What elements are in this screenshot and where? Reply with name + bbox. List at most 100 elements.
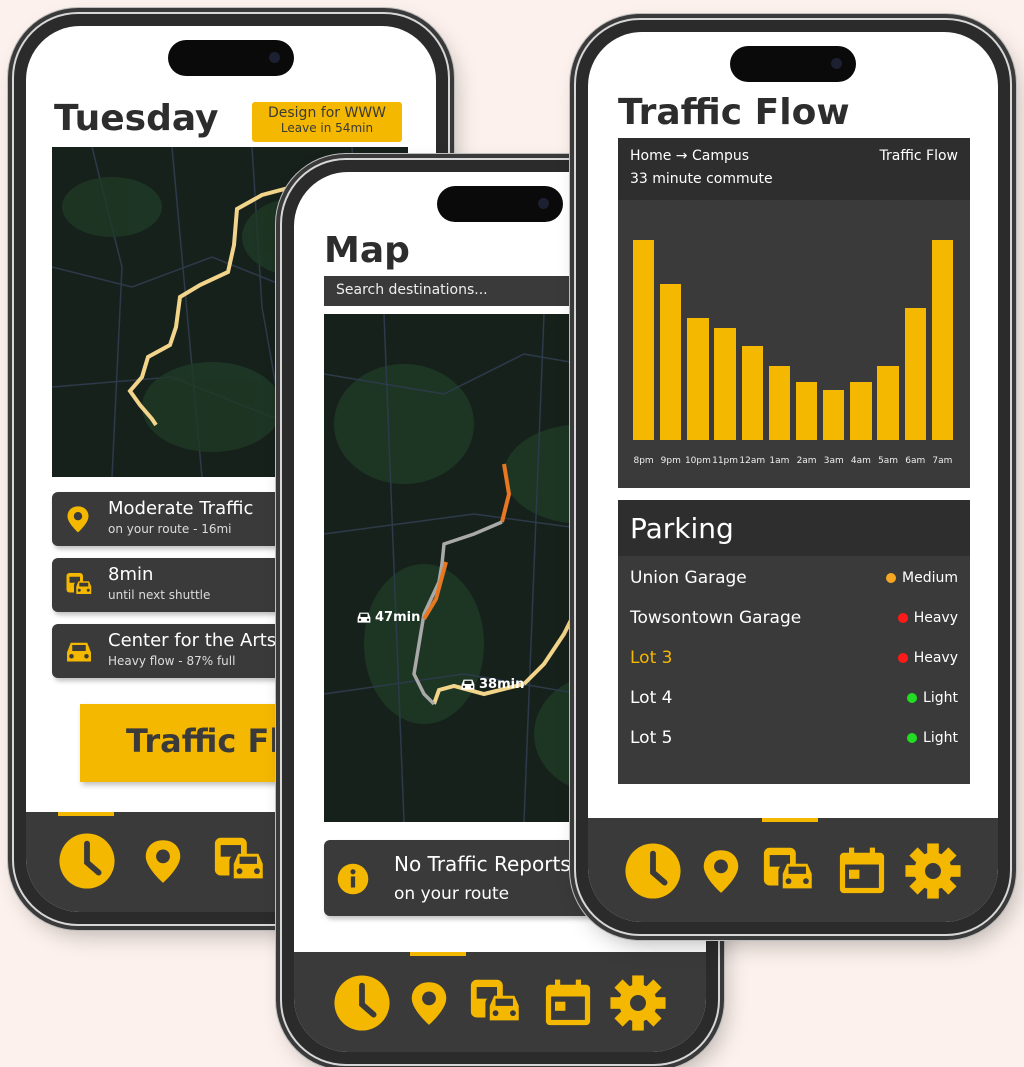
chart-bar-11pm xyxy=(714,328,736,440)
status-dot-icon xyxy=(907,733,918,743)
parking-level: Medium xyxy=(886,570,958,586)
x-tick-label: 12am xyxy=(739,456,766,466)
route-label-1[interactable]: 47min xyxy=(356,609,420,625)
status-dot-icon xyxy=(897,653,908,663)
x-tick-label: 7am xyxy=(932,456,953,466)
x-tick-label: 11pm xyxy=(712,456,739,466)
car-icon xyxy=(64,636,94,666)
x-tick-label: 2am xyxy=(796,456,817,466)
shuttle-car-icon xyxy=(64,570,96,600)
chart-bar-2am xyxy=(795,382,818,440)
parking-name: Lot 3 xyxy=(630,648,673,668)
route-label-2[interactable]: 38min xyxy=(460,676,524,692)
shuttle-car-icon[interactable] xyxy=(210,832,272,890)
calendar-icon[interactable] xyxy=(836,844,888,898)
alert-title: No Traffic Reports xyxy=(394,852,571,876)
phone-right-screen: Traffic Flow Home → Campus Traffic Flow … xyxy=(588,32,998,922)
nav-active-indicator xyxy=(762,818,818,822)
x-tick-label: 8pm xyxy=(633,456,654,466)
shuttle-car-icon[interactable] xyxy=(467,974,527,1032)
chart-bar-12am xyxy=(741,346,763,440)
card-subtitle: on your route - 16mi xyxy=(108,522,232,536)
chart-bar-3am xyxy=(823,390,845,440)
route-time: 38min xyxy=(479,676,525,692)
parking-row[interactable]: Union Garage Medium xyxy=(630,564,958,594)
route-header: Home → Campus Traffic Flow 33 minute com… xyxy=(618,138,970,200)
search-placeholder: Search destinations... xyxy=(336,282,488,298)
x-tick-label: 3am xyxy=(823,456,844,466)
route-label: Traffic Flow xyxy=(879,148,958,164)
gear-icon[interactable] xyxy=(904,842,962,900)
parking-level-label: Medium xyxy=(902,570,958,586)
clock-icon[interactable] xyxy=(624,842,682,900)
shuttle-car-icon[interactable] xyxy=(760,842,820,900)
parking-level: Heavy xyxy=(897,610,958,626)
chart-bar-4am xyxy=(850,382,872,440)
event-badge-subtitle: Leave in 54min xyxy=(280,121,374,135)
phone-right: Traffic Flow Home → Campus Traffic Flow … xyxy=(576,20,1010,934)
location-pin-icon[interactable] xyxy=(406,974,452,1032)
clock-icon[interactable] xyxy=(333,974,391,1032)
dynamic-island xyxy=(437,186,563,222)
parking-level-label: Heavy xyxy=(913,610,958,626)
clock-icon[interactable] xyxy=(58,832,116,890)
card-subtitle: until next shuttle xyxy=(108,588,211,602)
chart-bar-10pm xyxy=(687,318,709,440)
parking-card: Parking Union Garage Medium Towsontown Gar… xyxy=(618,500,970,784)
parking-header: Parking xyxy=(618,500,970,556)
location-pin-icon xyxy=(64,504,92,534)
x-tick-label: 10pm xyxy=(684,456,711,466)
parking-title: Parking xyxy=(630,512,734,545)
x-tick-label: 9pm xyxy=(660,456,681,466)
location-pin-icon[interactable] xyxy=(698,842,744,900)
bar-chart-x-axis: 8pm 9pm 10pm 11pm 12am 1am 2am 3am 4am 5am 6am 7am xyxy=(630,456,956,470)
parking-row[interactable]: Lot 4 Light xyxy=(630,684,958,714)
card-title: 8min xyxy=(108,564,154,585)
nav-icons xyxy=(588,842,998,900)
page-title: Map xyxy=(324,230,410,271)
info-icon xyxy=(336,862,370,896)
parking-level: Heavy xyxy=(897,650,958,666)
traffic-chart-card: Home → Campus Traffic Flow 33 minute com… xyxy=(618,138,970,488)
event-badge-title: Design for WWW xyxy=(267,105,386,121)
nav-active-indicator xyxy=(58,812,114,816)
parking-name: Union Garage xyxy=(630,568,747,588)
commute-time: 33 minute commute xyxy=(630,171,773,187)
status-dot-icon xyxy=(907,693,918,703)
parking-level-label: Light xyxy=(923,730,958,746)
event-badge[interactable]: Design for WWW Leave in 54min xyxy=(252,102,402,142)
car-icon xyxy=(357,612,371,623)
bottom-nav xyxy=(588,818,998,922)
parking-level-label: Light xyxy=(923,690,958,706)
parking-name: Towsontown Garage xyxy=(630,608,802,628)
chart-bar-1am xyxy=(768,366,790,440)
route-from-to: Home → Campus xyxy=(630,148,750,164)
gear-icon[interactable] xyxy=(609,974,667,1032)
x-tick-label: 5am xyxy=(878,456,899,466)
page-title: Tuesday xyxy=(54,98,219,139)
x-tick-label: 1am xyxy=(769,456,790,466)
card-subtitle: Heavy flow - 87% full xyxy=(108,654,236,668)
page-title: Traffic Flow xyxy=(618,92,850,133)
chart-bar-6am xyxy=(904,308,926,440)
parking-row[interactable]: Lot 3 Heavy xyxy=(630,644,958,674)
card-title: Moderate Traffic xyxy=(108,498,254,519)
nav-active-indicator xyxy=(410,952,466,956)
location-pin-icon[interactable] xyxy=(140,832,186,890)
dynamic-island xyxy=(730,46,856,82)
parking-row[interactable]: Towsontown Garage Heavy xyxy=(630,604,958,634)
alert-subtitle: on your route xyxy=(394,884,510,904)
car-icon xyxy=(461,679,475,690)
route-time: 47min xyxy=(375,609,421,625)
parking-row[interactable]: Lot 5 Light xyxy=(630,724,958,754)
bar-chart-plot xyxy=(630,240,956,440)
status-dot-icon xyxy=(897,613,908,623)
chart-bar-5am xyxy=(877,366,899,440)
calendar-icon[interactable] xyxy=(542,976,594,1030)
status-dot-icon xyxy=(886,573,897,583)
bottom-nav xyxy=(294,952,706,1052)
parking-level: Light xyxy=(907,690,958,706)
x-tick-label: 4am xyxy=(850,456,871,466)
dynamic-island xyxy=(168,40,294,76)
parking-level: Light xyxy=(907,730,958,746)
